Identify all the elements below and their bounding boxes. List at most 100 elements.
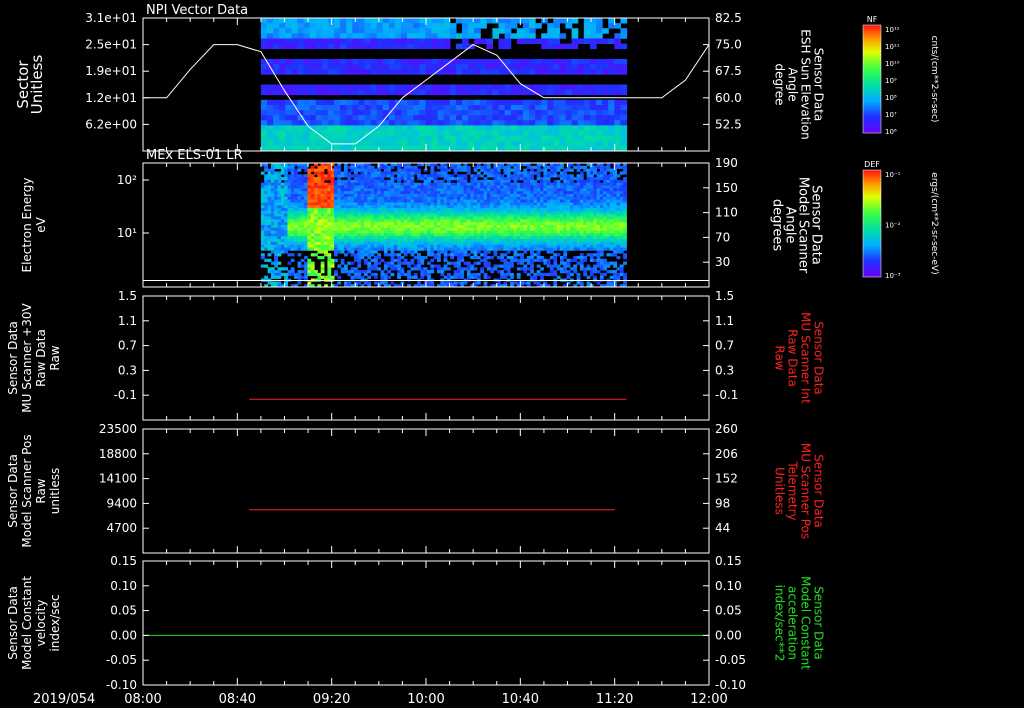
spectrogram-cell — [334, 213, 338, 217]
spectrogram-cell — [466, 270, 471, 274]
spectrogram-cell — [596, 270, 601, 274]
spectrogram-cell — [463, 165, 468, 169]
spectrogram-cell — [606, 270, 611, 274]
spectrogram-cell — [360, 171, 365, 175]
spectrogram-cell — [437, 256, 441, 260]
spectrogram-cell — [513, 216, 518, 220]
spectrogram-cell — [267, 185, 272, 189]
spectrogram-cell — [462, 64, 469, 70]
spectrogram-cell — [327, 188, 332, 192]
spectrogram-cell — [450, 236, 455, 240]
spectrogram-cell — [431, 125, 439, 131]
spectrogram-cell — [383, 210, 388, 215]
spectrogram-cell — [327, 241, 332, 246]
spectrogram-cell — [397, 233, 401, 237]
spectrogram-cell — [566, 208, 571, 212]
spectrogram-cell — [526, 239, 531, 243]
spectrogram-cell — [350, 168, 355, 172]
spectrogram-cell — [274, 250, 278, 254]
spectrogram-cell — [596, 213, 601, 217]
spectrogram-cell — [447, 244, 451, 248]
spectrogram-cell — [540, 258, 544, 262]
spectrogram-cell — [380, 210, 385, 215]
spectrogram-cell — [473, 216, 478, 220]
spectrogram-cell — [510, 199, 514, 203]
spectrogram-cell — [417, 174, 421, 178]
spectrogram-cell — [493, 210, 498, 215]
spectrogram-cell — [577, 99, 585, 106]
spectrogram-cell — [358, 115, 366, 121]
spectrogram-cell — [453, 227, 458, 231]
spectrogram-cell — [483, 247, 488, 251]
spectrogram-cell — [413, 208, 418, 212]
spectrogram-cell — [455, 140, 463, 147]
spectrogram-cell — [540, 216, 544, 220]
spectrogram-cell — [526, 202, 531, 206]
spectrogram-cell — [433, 222, 438, 226]
spectrogram-cell — [260, 194, 265, 198]
spectrogram-cell — [468, 99, 475, 106]
spectrogram-cell — [419, 23, 426, 29]
spectrogram-cell — [350, 216, 355, 220]
spectrogram-cell — [423, 241, 428, 246]
spectrogram-cell — [623, 253, 627, 257]
spectrogram-cell — [287, 261, 292, 265]
spectrogram-cell — [453, 270, 458, 274]
spectrogram-cell — [536, 210, 541, 215]
spectrogram-cell — [553, 168, 558, 172]
spectrogram-cell — [290, 272, 295, 277]
spectrogram-cell — [380, 202, 385, 206]
spectrogram-cell — [290, 213, 295, 217]
spectrogram-cell — [613, 272, 617, 277]
spectrogram-cell — [287, 191, 292, 195]
spectrogram-cell — [280, 194, 285, 198]
spectrogram-cell — [357, 194, 362, 198]
spectrogram-cell — [284, 247, 288, 251]
spectrogram-cell — [586, 191, 591, 195]
spectrogram-cell — [443, 208, 448, 212]
spectrogram-cell — [270, 239, 275, 243]
spectrogram-cell — [264, 222, 268, 226]
spectrogram-cell — [466, 208, 471, 212]
spectrogram-cell — [352, 84, 359, 90]
spectrogram-cell — [403, 236, 408, 240]
spectrogram-cell — [397, 227, 401, 231]
spectrogram-cell — [546, 210, 551, 215]
spectrogram-cell — [330, 194, 335, 198]
spectrogram-cell — [400, 222, 405, 226]
spectrogram-cell — [579, 261, 584, 265]
spectrogram-cell — [596, 110, 603, 116]
spectrogram-cell — [340, 110, 347, 116]
spectrogram-cell — [613, 241, 617, 246]
spectrogram-cell — [513, 171, 518, 175]
spectrogram-cell — [457, 168, 461, 172]
spectrogram-cell — [367, 267, 372, 271]
spectrogram-cell — [350, 202, 355, 206]
spectrogram-cell — [455, 89, 463, 96]
spectrogram-cell — [468, 89, 475, 96]
spectrogram-cell — [483, 261, 488, 265]
spectrogram-cell — [324, 227, 328, 231]
spectrogram-cell — [363, 247, 368, 251]
spectrogram-cell — [463, 225, 468, 229]
spectrogram-cell — [457, 256, 461, 260]
spectrogram-cell — [523, 174, 528, 178]
spectrogram-cell — [352, 58, 359, 65]
spectrogram-cell — [476, 179, 481, 184]
spectrogram-cell — [417, 194, 421, 198]
spectrogram-cell — [463, 194, 468, 198]
spectrogram-cell — [354, 165, 358, 169]
spectrogram-cell — [330, 233, 335, 237]
spectrogram-cell — [430, 191, 435, 195]
spectrogram-cell — [486, 18, 493, 24]
spectrogram-cell — [380, 185, 385, 189]
spectrogram-cell — [334, 202, 338, 206]
spectrogram-cell — [383, 241, 388, 246]
spectrogram-cell — [533, 227, 538, 231]
spectrogram-cell — [330, 227, 335, 231]
spectrogram-cell — [440, 213, 445, 217]
spectrogram-cell — [358, 89, 366, 96]
spectrogram-cell — [360, 210, 365, 215]
spectrogram-cell — [463, 219, 468, 223]
spectrogram-cell — [457, 236, 461, 240]
